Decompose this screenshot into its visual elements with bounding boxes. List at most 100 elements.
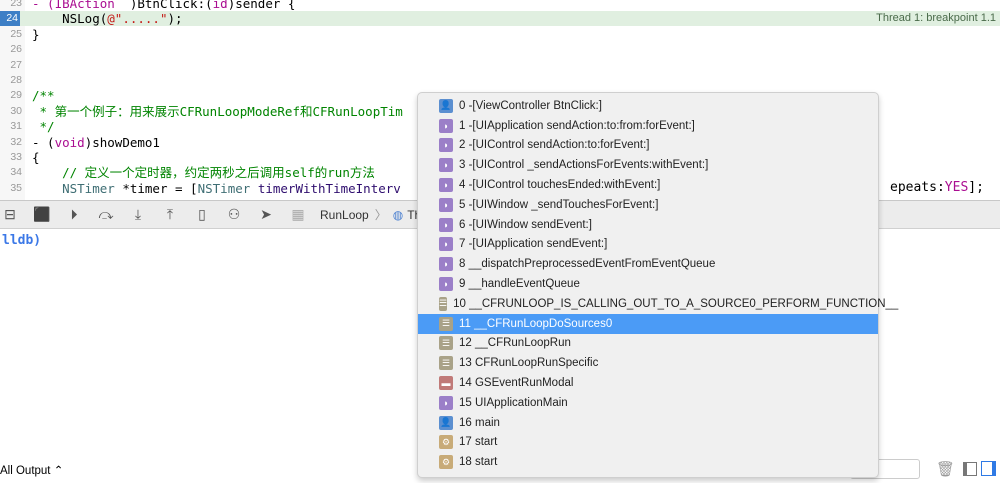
stack-frame-item[interactable]: 👤 0 -[ViewController BtnClick:]: [418, 96, 878, 116]
line-number[interactable]: 35: [0, 181, 22, 196]
stack-frame-item[interactable]: ☰ 12 __CFRunLoopRun: [418, 334, 878, 354]
cup-frame-icon: ◗: [439, 257, 453, 272]
stack-frame-label: 17 start: [459, 436, 498, 449]
code-token: */: [32, 119, 55, 135]
stack-frame-item[interactable]: ◗ 1 -[UIApplication sendAction:to:from:fo…: [418, 116, 878, 136]
line-number[interactable]: 32: [0, 135, 22, 150]
line-number[interactable]: 24: [0, 11, 20, 27]
stack-frame-label: 1 -[UIApplication sendAction:to:from:for…: [459, 119, 695, 132]
stack-frame-label: 8 __dispatchPreprocessedEventFromEventQu…: [459, 258, 716, 271]
hide-debug-area-icon[interactable]: ⊟: [0, 206, 20, 223]
line-number[interactable]: 28: [0, 73, 22, 88]
line-number[interactable]: 33: [0, 150, 22, 165]
stack-frame-item[interactable]: ◗ 15 UIApplicationMain: [418, 393, 878, 413]
code-text: {: [32, 150, 40, 165]
output-selector[interactable]: All Output ⌃: [0, 463, 63, 477]
stack-frame-label: 4 -[UIControl touchesEnded:withEvent:]: [459, 179, 661, 192]
step-out-icon[interactable]: ⤒: [160, 206, 180, 223]
stack-frame-item[interactable]: ◗ 8 __dispatchPreprocessedEventFromEventQ…: [418, 254, 878, 274]
stack-frame-item[interactable]: ◗ 4 -[UIControl touchesEnded:withEvent:]: [418, 175, 878, 195]
line-number[interactable]: 30: [0, 104, 22, 119]
user-frame-icon: 👤: [439, 415, 453, 430]
code-line[interactable]: 23 - (IBAction )BtnClick:(id)sender {: [0, 0, 1000, 11]
stack-frame-item[interactable]: ⚙ 17 start: [418, 433, 878, 453]
user-frame-icon: 👤: [439, 98, 453, 113]
code-line[interactable]: 27: [0, 58, 1000, 73]
code-token: {: [32, 150, 40, 165]
stack-frame-label: 7 -[UIApplication sendEvent:]: [459, 238, 608, 251]
stack-frame-label: 2 -[UIControl sendAction:to:forEvent:]: [459, 139, 650, 152]
gear-frame-icon: ⚙: [439, 435, 453, 450]
code-text: NSTimer *timer = [NSTimer timerWithTimeI…: [32, 181, 401, 196]
location-icon[interactable]: ➤: [256, 206, 276, 223]
breakpoints-toggle-icon[interactable]: ⬛: [32, 206, 52, 223]
step-over-icon[interactable]: ⤼: [96, 206, 116, 223]
line-number[interactable]: 26: [0, 42, 22, 57]
stack-frame-label: 0 -[ViewController BtnClick:]: [459, 99, 602, 112]
line-number[interactable]: 34: [0, 165, 22, 180]
line-number[interactable]: 29: [0, 88, 22, 103]
code-token: id: [212, 0, 228, 11]
memory-graph-icon[interactable]: ⚇: [224, 206, 244, 223]
cup-frame-icon: ◗: [439, 178, 453, 193]
code-text: // 定义一个定时器，约定两秒之后调用self的run方法: [32, 165, 375, 180]
stack-frame-label: 12 __CFRunLoopRun: [459, 337, 571, 350]
code-token: /**: [32, 88, 55, 104]
lldb-prompt: lldb): [2, 233, 42, 248]
continue-icon[interactable]: ⏵: [64, 206, 84, 223]
stack-frame-item[interactable]: ☰ 11 __CFRunLoopDoSources0: [418, 313, 878, 334]
stack-frame-item[interactable]: ☰ 10 __CFRUNLOOP_IS_CALLING_OUT_TO_A_SOUR…: [418, 294, 898, 314]
cup-frame-icon: ◗: [439, 395, 453, 410]
stack-frame-item[interactable]: ◗ 6 -[UIWindow sendEvent:]: [418, 215, 878, 235]
stack-frame-popup: 👤 0 -[ViewController BtnClick:] ◗ 1 -[UIApp…: [417, 92, 898, 478]
cup-frame-icon: ◗: [439, 118, 453, 133]
line-number[interactable]: 27: [0, 58, 22, 73]
chevron-right-icon: 〉: [374, 208, 387, 222]
stack-frame-label: 14 GSEventRunModal: [459, 377, 574, 390]
line-number[interactable]: 31: [0, 119, 22, 134]
stack-frame-label: 11 __CFRunLoopDoSources0: [459, 317, 613, 330]
code-line[interactable]: 24 NSLog(@"....."); Thread 1: breakpoint …: [0, 11, 1000, 27]
code-token: )sender {: [227, 0, 296, 11]
code-keyword: YES: [944, 180, 969, 195]
code-text: - (IBAction )BtnClick:(id)sender {: [32, 0, 295, 11]
trash-icon[interactable]: 🗑: [936, 460, 955, 478]
code-text: ];: [968, 180, 984, 195]
stack-frame-item[interactable]: ◗ 5 -[UIWindow _sendTouchesForEvent:]: [418, 195, 878, 215]
code-token: NSLog(: [32, 11, 108, 27]
code-token: NSTimer: [197, 180, 251, 196]
cup-frame-icon: ◗: [439, 217, 453, 232]
code-line[interactable]: 28: [0, 73, 1000, 88]
code-token: )BtnClick:(: [114, 0, 213, 11]
code-line-35-tail[interactable]: epeats:YES];: [888, 179, 986, 196]
console-view-toggle-icon[interactable]: [981, 461, 996, 476]
stack-frame-item[interactable]: ☰ 13 CFRunLoopRunSpecific: [418, 353, 878, 373]
step-into-icon[interactable]: ⤓: [128, 206, 148, 223]
stack-frame-item[interactable]: 👤 16 main: [418, 413, 878, 433]
code-text: */: [32, 119, 55, 134]
stack-frame-item[interactable]: ◗ 9 __handleEventQueue: [418, 274, 878, 294]
variables-view-toggle-icon[interactable]: [963, 462, 977, 476]
view-hierarchy-icon[interactable]: ▯: [192, 206, 212, 223]
lib-frame-icon: ☰: [439, 296, 448, 311]
stack-frame-label: 5 -[UIWindow _sendTouchesForEvent:]: [459, 198, 659, 211]
code-token: IBAction: [54, 0, 115, 11]
lib-frame-icon: ☰: [439, 316, 453, 331]
stack-frame-item[interactable]: ◗ 3 -[UIControl _sendActionsForEvents:wit…: [418, 155, 878, 175]
code-line[interactable]: 25}: [0, 27, 1000, 42]
stack-frame-item[interactable]: ⚙ 18 start: [418, 452, 878, 472]
cup-frame-icon: ◗: [439, 197, 453, 212]
stack-frame-item[interactable]: ◗ 2 -[UIControl sendAction:to:forEvent:]: [418, 136, 878, 156]
breadcrumb-runloop[interactable]: RunLoop: [320, 208, 369, 222]
code-text: - (void)showDemo1: [32, 135, 160, 150]
code-line[interactable]: 26: [0, 42, 1000, 57]
stack-frame-item[interactable]: ▬ 14 GSEventRunModal: [418, 373, 878, 393]
stack-frame-item[interactable]: ◗ 7 -[UIApplication sendEvent:]: [418, 235, 878, 255]
code-token: );: [167, 11, 183, 27]
code-token: * 第一个例子：用来展示CFRunLoopModeRef和CFRunLoopTi…: [32, 103, 403, 119]
gear-frame-icon: ⚙: [439, 455, 453, 470]
line-number[interactable]: 25: [0, 27, 22, 42]
line-number[interactable]: 23: [0, 0, 22, 11]
code-token: - (: [32, 134, 55, 150]
stack-frame-label: 10 __CFRUNLOOP_IS_CALLING_OUT_TO_A_SOURC…: [453, 297, 899, 310]
